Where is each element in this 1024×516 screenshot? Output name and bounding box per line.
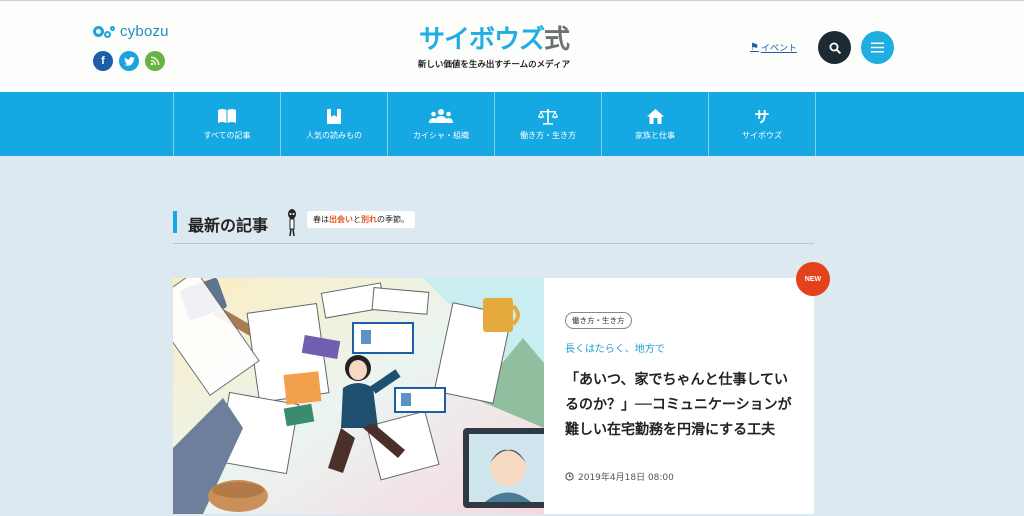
social-links: f <box>93 51 165 71</box>
nav-item-family[interactable]: 家族と仕事 <box>602 92 709 156</box>
event-link-label: イベント <box>760 44 797 54</box>
nav-item-label: 家族と仕事 <box>635 131 675 140</box>
people-icon <box>429 107 453 125</box>
scale-icon <box>538 107 558 125</box>
search-icon <box>829 42 841 54</box>
article-date-text: 2019年4月18日 08:00 <box>578 473 674 483</box>
search-button[interactable] <box>818 31 851 64</box>
heading-accent-bar <box>173 211 177 233</box>
clock-icon <box>565 472 574 481</box>
season-message: 春は出会いと別れの季節。 <box>307 211 415 228</box>
nav-item-label: 働き方・生き方 <box>520 131 576 140</box>
hamburger-icon <box>871 42 884 53</box>
article-subtitle: 長くはたらく、地方で <box>565 344 665 355</box>
mascot-icon <box>288 209 296 237</box>
cybozu-glyph-icon: サ <box>754 107 770 126</box>
cybozu-logo-mark-icon <box>93 24 117 40</box>
event-link[interactable]: ⚑ イベント <box>750 41 797 54</box>
article-body: 働き方・生き方 長くはたらく、地方で 「あいつ、家でちゃんと仕事しているのか？」… <box>544 278 814 514</box>
nav-item-company[interactable]: カイシャ・組織 <box>388 92 495 156</box>
nav-item-all-articles[interactable]: すべての記事 <box>174 92 281 156</box>
rss-icon[interactable] <box>145 51 165 71</box>
home-icon <box>646 107 665 125</box>
latest-articles-heading: 最新の記事 春は出会いと別れの季節。 <box>173 206 814 244</box>
cybozu-logo-text: cybozu <box>120 23 169 40</box>
nav-item-popular[interactable]: 人気の読みもの <box>281 92 388 156</box>
brand-title: サイボウズ式 <box>418 25 570 55</box>
nav-item-label: すべての記事 <box>203 131 251 140</box>
cybozu-logo[interactable]: cybozu <box>93 23 169 40</box>
twitter-icon[interactable] <box>119 51 139 71</box>
facebook-icon[interactable]: f <box>93 51 113 71</box>
new-badge: NEW <box>796 262 830 296</box>
article-headline[interactable]: 「あいつ、家でちゃんと仕事しているのか？」──コミュニケーションが難しい在宅勤務… <box>565 368 801 443</box>
site-header: cybozu f サイボウズ式 新しい価値を生み出すチームのメディア ⚑ イベン… <box>0 0 1024 92</box>
nav-item-cybozu[interactable]: サ サイボウズ <box>709 92 816 156</box>
book-icon <box>217 107 237 125</box>
main-nav: すべての記事 人気の読みもの カイシャ・組織 働き方・生き方 家族と仕事 サ サ… <box>0 92 1024 156</box>
featured-article-card[interactable]: 働き方・生き方 長くはたらく、地方で 「あいつ、家でちゃんと仕事しているのか？」… <box>173 278 814 514</box>
nav-item-label: サイボウズ <box>742 131 782 140</box>
nav-item-workstyle[interactable]: 働き方・生き方 <box>495 92 602 156</box>
section-title: 最新の記事 <box>188 216 269 235</box>
nav-item-label: カイシャ・組織 <box>413 131 469 140</box>
menu-button[interactable] <box>861 31 894 64</box>
category-tag[interactable]: 働き方・生き方 <box>565 312 632 329</box>
article-date: 2019年4月18日 08:00 <box>565 470 674 483</box>
nav-item-label: 人気の読みもの <box>306 131 362 140</box>
site-brand[interactable]: サイボウズ式 新しい価値を生み出すチームのメディア <box>412 25 576 70</box>
brand-tagline: 新しい価値を生み出すチームのメディア <box>417 60 571 70</box>
article-illustration[interactable] <box>173 278 544 514</box>
flag-icon: ⚑ <box>750 42 759 53</box>
bookmark-icon <box>326 107 342 125</box>
